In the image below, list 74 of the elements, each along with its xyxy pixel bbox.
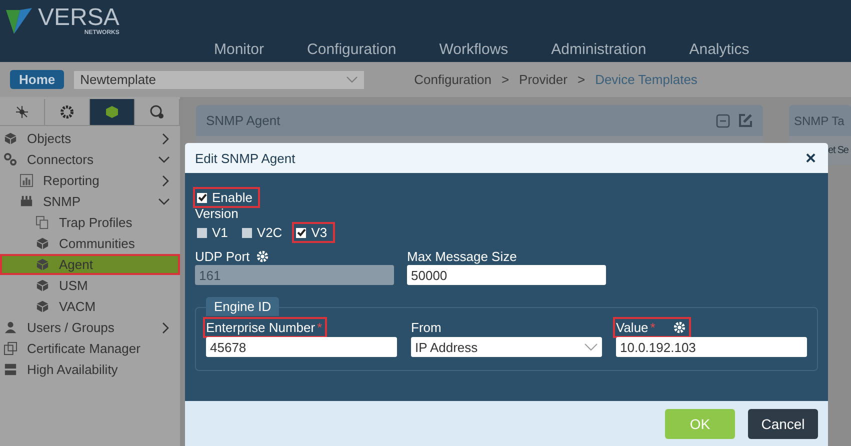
cube-icon — [36, 300, 49, 313]
field-label: UDP Port — [195, 249, 250, 264]
nav-tab[interactable]: Configuration — [307, 41, 396, 58]
gear-icon[interactable] — [256, 250, 269, 263]
checkmark-icon — [296, 228, 306, 237]
cube-icon — [36, 258, 49, 271]
documents-icon — [36, 216, 49, 229]
sidebar-item[interactable]: Certificate Manager — [0, 338, 180, 359]
chevron-right-icon — [162, 174, 170, 186]
dialog-title: Edit SNMP Agent — [195, 150, 296, 166]
gear-icon — [60, 105, 74, 119]
sidebar-item[interactable]: High Availability — [0, 359, 180, 380]
field-label: Enterprise Number* — [206, 320, 324, 335]
chevron-down-icon — [158, 156, 170, 164]
user-icon — [4, 321, 17, 334]
panel-text: et Se — [828, 145, 848, 156]
close-button[interactable]: × — [801, 149, 820, 167]
chart-icon — [20, 174, 33, 187]
sidebar-tab[interactable] — [90, 99, 135, 125]
sidebar-item[interactable]: USM — [0, 275, 180, 296]
cube-icon — [105, 105, 119, 119]
field-label: Value* — [616, 320, 688, 335]
template-dropdown[interactable]: Newtemplate — [74, 70, 364, 88]
sidebar-item[interactable]: Trap Profiles — [0, 212, 180, 233]
nav-tab[interactable]: Workflows — [439, 41, 508, 58]
gears-icon — [4, 153, 17, 166]
from-dropdown[interactable]: IP Address — [411, 337, 602, 357]
version-checkbox[interactable]: V2C — [240, 224, 288, 241]
chevron-down-icon — [346, 76, 358, 83]
panel-title: SNMP Agent — [206, 113, 282, 128]
cube-icon — [4, 132, 17, 145]
sidebar-item[interactable]: Connectors — [0, 149, 180, 170]
version-checkbox[interactable]: V3 — [294, 224, 334, 241]
gear-icon[interactable] — [673, 321, 686, 334]
max-message-size-field[interactable]: 50000 — [407, 265, 606, 285]
collapse-icon[interactable] — [716, 114, 730, 128]
sidebar-item[interactable]: Agent — [0, 254, 180, 275]
field-label: Max Message Size — [407, 249, 518, 264]
logo-icon — [4, 6, 34, 36]
nav-tab[interactable]: Analytics — [689, 41, 750, 58]
cube-icon — [36, 237, 49, 250]
home-button[interactable]: Home — [10, 70, 64, 89]
sidebar-item[interactable]: SNMP — [0, 191, 180, 212]
input-field[interactable]: 10.0.192.103 — [616, 337, 807, 357]
breadcrumb-item: Configuration — [414, 72, 492, 87]
sidebar-item[interactable]: VACM — [0, 296, 180, 317]
sidebar-item[interactable]: Communities — [0, 233, 180, 254]
checkmark-icon — [198, 193, 206, 202]
sidebar-item[interactable]: Users / Groups — [0, 317, 180, 338]
logo-text: VERSA — [38, 6, 120, 30]
nav-tab[interactable]: Monitor — [214, 41, 264, 58]
certificate-icon — [4, 342, 17, 355]
chevron-right-icon — [162, 322, 170, 334]
edit-icon[interactable] — [738, 113, 753, 128]
field-label: From — [411, 320, 442, 335]
network-icon — [15, 105, 29, 119]
plug-icon — [20, 195, 33, 208]
chevron-down-icon — [584, 343, 598, 351]
server-icon — [4, 363, 17, 376]
cube-icon — [36, 279, 49, 292]
panel-title: SNMP Ta — [794, 114, 846, 128]
enable-checkbox[interactable]: Enable — [195, 189, 258, 206]
sidebar-item[interactable]: Reporting — [0, 170, 180, 191]
breadcrumb-item: Provider — [519, 72, 568, 87]
chevron-down-icon — [158, 198, 170, 206]
breadcrumb-item: > — [577, 72, 586, 87]
sidebar-item[interactable]: Objects — [0, 128, 180, 149]
input-field[interactable]: 45678 — [206, 337, 397, 357]
nav-tab[interactable]: Administration — [551, 41, 646, 58]
chevron-right-icon — [162, 132, 170, 144]
cancel-button[interactable]: Cancel — [748, 409, 818, 439]
version-checkbox[interactable]: V1 — [195, 224, 234, 241]
version-label: Version — [195, 206, 238, 221]
breadcrumb-item: > — [501, 72, 510, 87]
